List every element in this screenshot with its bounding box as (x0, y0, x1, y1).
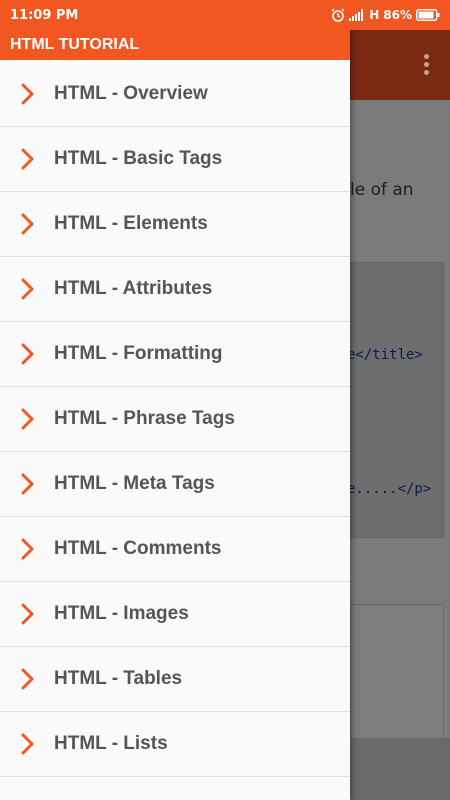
drawer-item-label: HTML - Comments (54, 538, 222, 559)
drawer-item[interactable]: HTML - Formatting (0, 322, 350, 387)
drawer-item-label: HTML - Basic Tags (54, 148, 223, 169)
chevron-right-icon (0, 278, 54, 300)
body-text-fragment: le of an (350, 180, 414, 200)
drawer-item[interactable]: HTML - Attributes (0, 257, 350, 322)
chevron-right-icon (0, 83, 54, 105)
drawer-title: HTML TUTORIAL (0, 30, 350, 60)
drawer-item-label: HTML - Formatting (54, 343, 223, 364)
chevron-right-icon (0, 733, 54, 755)
navigation-drawer: HTML TUTORIAL HTML - Overview HTML - Basi… (0, 30, 350, 800)
battery-icon (416, 9, 440, 21)
drawer-item-label: HTML - Meta Tags (54, 473, 215, 494)
drawer-item-label: HTML - Overview (54, 83, 208, 104)
chevron-right-icon (0, 603, 54, 625)
chevron-right-icon (0, 213, 54, 235)
alarm-icon (331, 8, 345, 22)
chevron-right-icon (0, 408, 54, 430)
network-type: H (369, 8, 380, 22)
chevron-right-icon (0, 668, 54, 690)
drawer-item[interactable]: HTML - Phrase Tags (0, 387, 350, 452)
drawer-item-label: HTML - Tables (54, 668, 183, 689)
code-line: e.....</p> (347, 481, 432, 497)
overflow-menu-icon[interactable] (424, 54, 430, 78)
status-time: 11:09 PM (10, 7, 79, 23)
signal-icon (349, 9, 365, 21)
battery-percent: 86% (383, 8, 412, 22)
drawer-item[interactable]: HTML - Images (0, 582, 350, 647)
bottom-banner (350, 738, 450, 800)
drawer-list: HTML - Overview HTML - Basic Tags HTML - E… (0, 62, 350, 777)
chevron-right-icon (0, 473, 54, 495)
chevron-right-icon (0, 148, 54, 170)
drawer-item[interactable]: HTML - Elements (0, 192, 350, 257)
drawer-item[interactable]: HTML - Lists (0, 712, 350, 777)
drawer-item[interactable]: HTML - Tables (0, 647, 350, 712)
drawer-item-label: HTML - Lists (54, 733, 168, 754)
drawer-item[interactable]: HTML - Meta Tags (0, 452, 350, 517)
drawer-item[interactable]: HTML - Basic Tags (0, 127, 350, 192)
code-block: e</title> e.....</p> (347, 262, 444, 538)
drawer-item-label: HTML - Phrase Tags (54, 408, 235, 429)
drawer-item-label: HTML - Elements (54, 213, 208, 234)
chevron-right-icon (0, 538, 54, 560)
chevron-right-icon (0, 343, 54, 365)
drawer-item[interactable]: HTML - Overview (0, 62, 350, 127)
status-bar: 11:09 PM H 86% (0, 0, 450, 30)
status-icons: H 86% (331, 8, 440, 22)
drawer-item[interactable]: HTML - Comments (0, 517, 350, 582)
drawer-item-label: HTML - Attributes (54, 278, 213, 299)
drawer-item-label: HTML - Images (54, 603, 189, 624)
code-line: e</title> (347, 347, 423, 363)
